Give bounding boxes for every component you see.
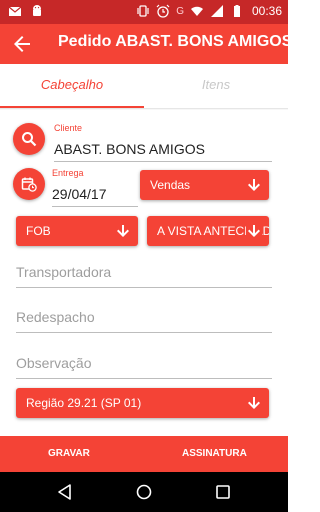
nav-home-icon[interactable]: [135, 483, 153, 501]
network-letter: G: [176, 5, 184, 17]
signal-icon: [210, 5, 223, 17]
vibrate-icon: [137, 5, 149, 17]
battery-icon: [233, 5, 240, 17]
redespacho-placeholder: Redespacho: [16, 309, 95, 325]
transportadora-placeholder: Transportadora: [16, 264, 112, 280]
arrow-down-icon: [246, 395, 262, 411]
arrow-down-icon: [115, 223, 131, 239]
transportadora-underline: [16, 287, 272, 288]
assinatura-button[interactable]: ASSINATURA: [182, 448, 247, 459]
frete-dropdown[interactable]: FOB: [16, 216, 138, 246]
nav-recents-icon[interactable]: [214, 483, 232, 501]
back-arrow-icon[interactable]: [10, 32, 34, 56]
alarm-icon: [156, 4, 170, 18]
regiao-dropdown-label: Região 29.21 (SP 01): [26, 396, 142, 410]
tipo-dropdown-label: Vendas: [150, 178, 191, 192]
redespacho-field[interactable]: Redespacho: [16, 303, 272, 333]
date-picker-button[interactable]: [13, 168, 45, 200]
observacao-field[interactable]: Observação: [16, 349, 272, 379]
cliente-underline: [54, 161, 272, 162]
cliente-label: Cliente: [54, 123, 83, 133]
regiao-dropdown[interactable]: Região 29.21 (SP 01): [16, 388, 269, 418]
tab-bar: Cabeçalho Itens: [0, 64, 288, 108]
status-time: 00:36: [251, 4, 282, 18]
cliente-value[interactable]: ABAST. BONS AMIGOS: [54, 141, 205, 157]
tabs-divider: [0, 108, 288, 110]
pagamento-dropdown[interactable]: A VISTA ANTECIPADO: [147, 216, 269, 246]
tab-cabecalho[interactable]: Cabeçalho: [0, 64, 144, 108]
android-icon: [33, 5, 41, 16]
bottom-action-bar: GRAVAR ASSINATURA: [0, 436, 288, 472]
arrow-down-icon: [246, 177, 262, 193]
entrega-value[interactable]: 29/04/17: [52, 186, 107, 202]
transportadora-field[interactable]: Transportadora: [16, 258, 272, 288]
frete-dropdown-label: FOB: [26, 224, 51, 238]
search-client-button[interactable]: [13, 123, 45, 155]
page-title: Pedido ABAST. BONS AMIGOS: [58, 33, 293, 50]
system-nav-bar: [0, 472, 288, 512]
gravar-button[interactable]: GRAVAR: [48, 448, 90, 459]
entrega-label: Entrega: [52, 168, 84, 178]
tipo-dropdown[interactable]: Vendas: [140, 170, 269, 200]
tab-itens[interactable]: Itens: [144, 64, 288, 108]
arrow-down-icon: [246, 223, 262, 239]
wifi-icon: [190, 6, 203, 16]
observacao-placeholder: Observação: [16, 355, 92, 371]
redespacho-underline: [16, 332, 272, 333]
entrega-underline: [52, 206, 138, 207]
observacao-underline: [16, 378, 272, 379]
nav-back-icon[interactable]: [56, 483, 74, 501]
calendar-clock-icon: [21, 177, 37, 192]
search-icon: [22, 132, 37, 147]
app-bar: Pedido ABAST. BONS AMIGOS: [0, 24, 292, 64]
status-bar: G 00:36: [0, 0, 288, 24]
mail-icon: [8, 6, 22, 16]
